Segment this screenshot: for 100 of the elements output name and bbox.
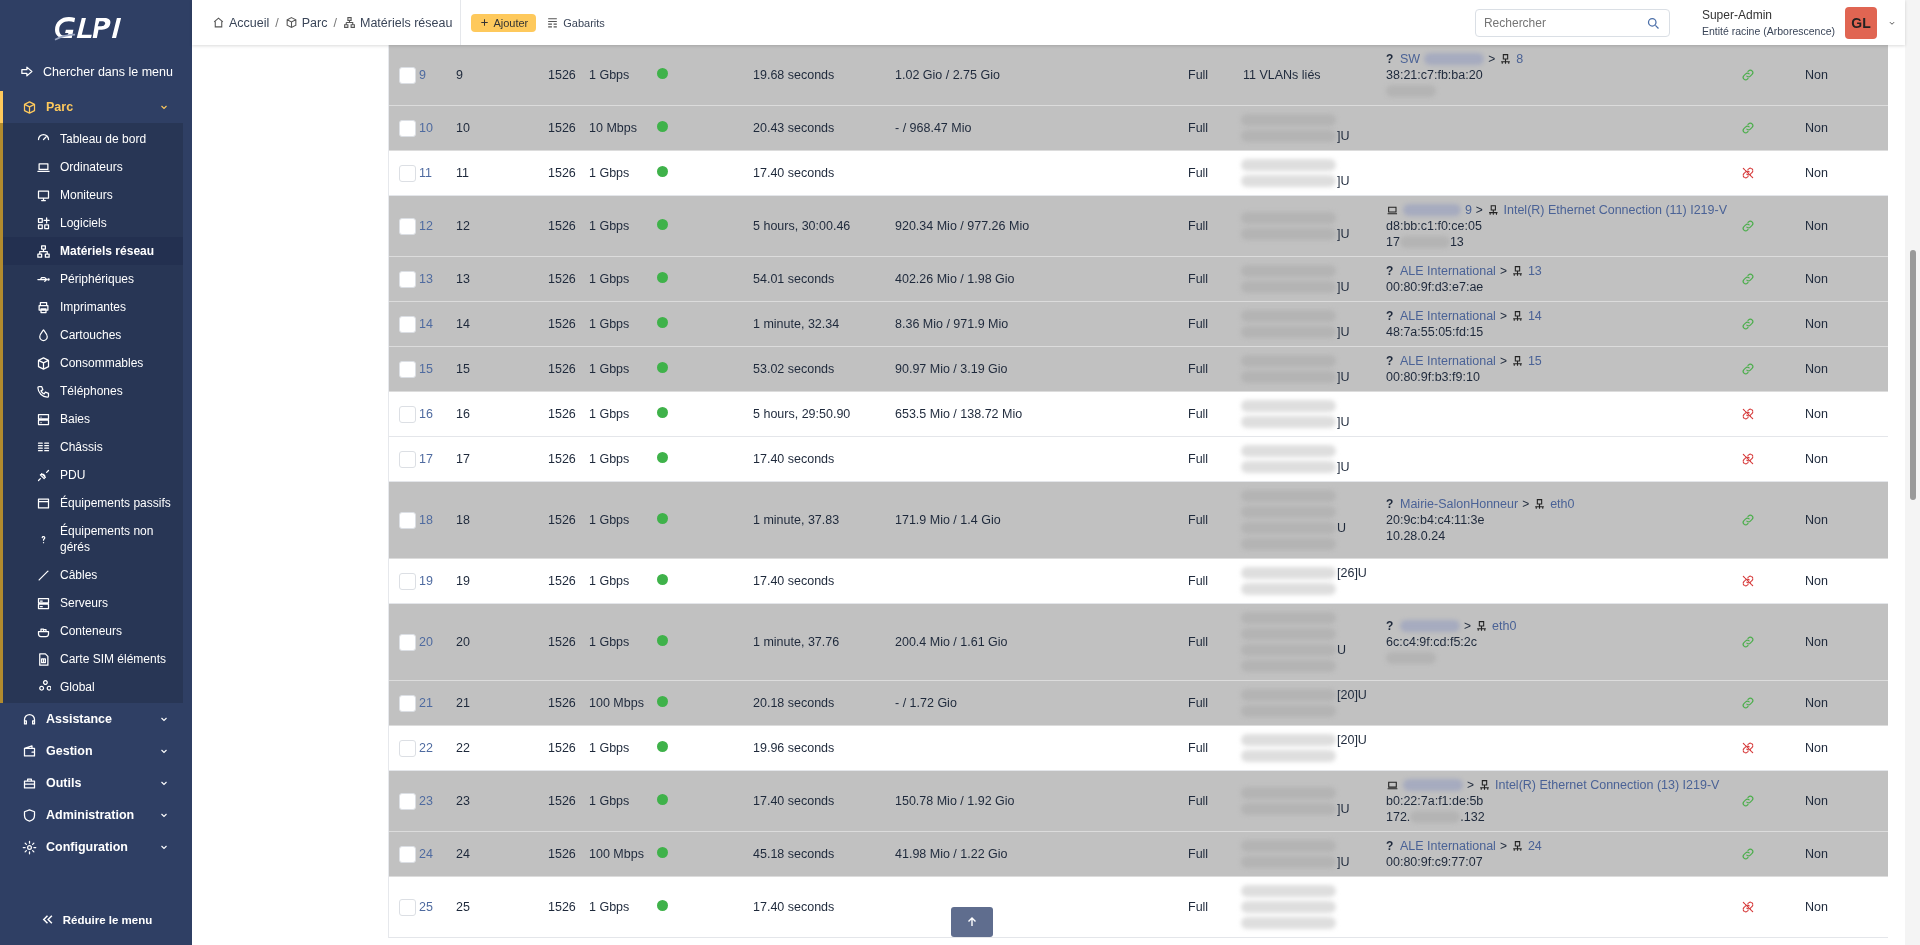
link-icon[interactable] [1741, 121, 1755, 135]
sidebar-item[interactable]: Périphériques [3, 265, 183, 293]
link-icon[interactable] [1741, 68, 1755, 82]
port-id-link[interactable]: 23 [419, 793, 448, 809]
port-id-link[interactable]: 14 [419, 316, 448, 332]
link-icon[interactable] [1741, 272, 1755, 286]
port-id-link[interactable]: 12 [419, 218, 448, 234]
sidebar-item[interactable]: Équipements passifs [3, 489, 183, 517]
row-checkbox[interactable] [399, 270, 416, 288]
row-checkbox[interactable] [399, 633, 416, 651]
breadcrumb-link[interactable]: Parc [284, 15, 328, 30]
port-link[interactable]: eth0 [1492, 618, 1517, 634]
sidebar-section[interactable]: Outils [0, 767, 192, 799]
port-link[interactable]: Intel(R) Ethernet Connection (13) I219-V [1495, 777, 1720, 793]
row-checkbox[interactable] [399, 792, 416, 810]
sidebar-item[interactable]: Châssis [3, 433, 183, 461]
device-link[interactable]: ALE International [1400, 263, 1496, 279]
broken-link-icon[interactable] [1741, 452, 1755, 466]
sidebar-item[interactable]: Moniteurs [3, 181, 183, 209]
sidebar-item[interactable]: Carte SIM éléments [3, 645, 183, 673]
port-id-link[interactable]: 13 [419, 271, 448, 287]
sidebar-item[interactable]: PDU [3, 461, 183, 489]
device-link[interactable]: 9 [1464, 202, 1472, 218]
scrollbar[interactable] [1905, 0, 1920, 945]
templates-link[interactable]: Gabarits [546, 16, 605, 29]
sidebar-item[interactable]: Consommables [3, 349, 183, 377]
device-link[interactable]: ALE International [1400, 308, 1496, 324]
broken-link-icon[interactable] [1741, 166, 1755, 180]
port-id-link[interactable]: 21 [419, 695, 448, 711]
port-link[interactable]: 13 [1527, 263, 1542, 279]
link-icon[interactable] [1741, 696, 1755, 710]
sidebar-item[interactable]: Ordinateurs [3, 153, 183, 181]
row-checkbox[interactable] [399, 450, 416, 468]
row-checkbox[interactable] [399, 898, 416, 916]
sidebar-item[interactable]: Tableau de bord [3, 125, 183, 153]
add-button[interactable]: Ajouter [471, 13, 537, 32]
sidebar-section[interactable]: Administration [0, 799, 192, 831]
sidebar-item[interactable]: Cartouches [3, 321, 183, 349]
port-id-link[interactable]: 20 [419, 634, 448, 650]
scroll-top-button[interactable] [951, 907, 993, 937]
row-checkbox[interactable] [399, 66, 416, 84]
sidebar-item[interactable]: Global [3, 673, 183, 701]
row-checkbox[interactable] [399, 694, 416, 712]
user-avatar[interactable]: GL [1845, 6, 1877, 39]
device-link[interactable]: ALE International [1400, 353, 1496, 369]
sidebar-section[interactable]: Assistance [0, 703, 192, 735]
row-checkbox[interactable] [399, 845, 416, 863]
port-id-link[interactable]: 25 [419, 899, 448, 915]
sidebar-section[interactable]: Configuration [0, 831, 192, 863]
breadcrumb-link[interactable]: Accueil [212, 15, 270, 30]
sidebar-item[interactable]: Équipements non gérés [3, 517, 183, 561]
row-checkbox[interactable] [399, 405, 416, 423]
sidebar-item[interactable]: Baies [3, 405, 183, 433]
port-link[interactable]: 14 [1527, 308, 1542, 324]
row-checkbox[interactable] [399, 217, 416, 235]
device-link[interactable]: SW [1400, 51, 1421, 67]
broken-link-icon[interactable] [1741, 900, 1755, 914]
port-link[interactable]: 8 [1516, 51, 1524, 67]
sidebar-item[interactable]: Matériels réseau [3, 237, 183, 265]
search-field[interactable]: Rechercher [1474, 8, 1670, 37]
port-id-link[interactable]: 18 [419, 512, 448, 528]
collapse-menu-button[interactable]: Réduire le menu [0, 912, 192, 927]
link-icon[interactable] [1741, 794, 1755, 808]
row-checkbox[interactable] [399, 511, 416, 529]
sidebar-item[interactable]: Téléphones [3, 377, 183, 405]
link-icon[interactable] [1741, 635, 1755, 649]
sidebar-section[interactable]: Gestion [0, 735, 192, 767]
link-icon[interactable] [1741, 513, 1755, 527]
row-checkbox[interactable] [399, 164, 416, 182]
device-link[interactable]: Mairie-SalonHonneur [1400, 496, 1519, 512]
sidebar-item[interactable]: Imprimantes [3, 293, 183, 321]
broken-link-icon[interactable] [1741, 407, 1755, 421]
sidebar-item[interactable]: Câbles [3, 561, 183, 589]
port-id-link[interactable]: 16 [419, 406, 448, 422]
port-id-link[interactable]: 22 [419, 740, 448, 756]
sidebar-item[interactable]: Logiciels [3, 209, 183, 237]
port-id-link[interactable]: 17 [419, 451, 448, 467]
port-link[interactable]: Intel(R) Ethernet Connection (11) I219-V [1503, 202, 1727, 218]
link-icon[interactable] [1741, 847, 1755, 861]
row-checkbox[interactable] [399, 572, 416, 590]
port-id-link[interactable]: 24 [419, 846, 448, 862]
broken-link-icon[interactable] [1741, 574, 1755, 588]
port-id-link[interactable]: 19 [419, 573, 448, 589]
link-icon[interactable] [1741, 317, 1755, 331]
row-checkbox[interactable] [399, 739, 416, 757]
port-link[interactable]: 15 [1527, 353, 1542, 369]
broken-link-icon[interactable] [1741, 741, 1755, 755]
link-icon[interactable] [1741, 219, 1755, 233]
sidebar-item[interactable]: Serveurs [3, 589, 183, 617]
port-link[interactable]: eth0 [1550, 496, 1575, 512]
port-id-link[interactable]: 10 [419, 120, 448, 136]
breadcrumb-link[interactable]: Matériels réseau [342, 15, 453, 30]
row-checkbox[interactable] [399, 360, 416, 378]
port-link[interactable]: 24 [1527, 838, 1542, 854]
row-checkbox[interactable] [399, 315, 416, 333]
device-link[interactable]: ALE International [1400, 838, 1496, 854]
row-checkbox[interactable] [399, 119, 416, 137]
link-icon[interactable] [1741, 362, 1755, 376]
port-id-link[interactable]: 9 [419, 67, 448, 83]
port-id-link[interactable]: 15 [419, 361, 448, 377]
